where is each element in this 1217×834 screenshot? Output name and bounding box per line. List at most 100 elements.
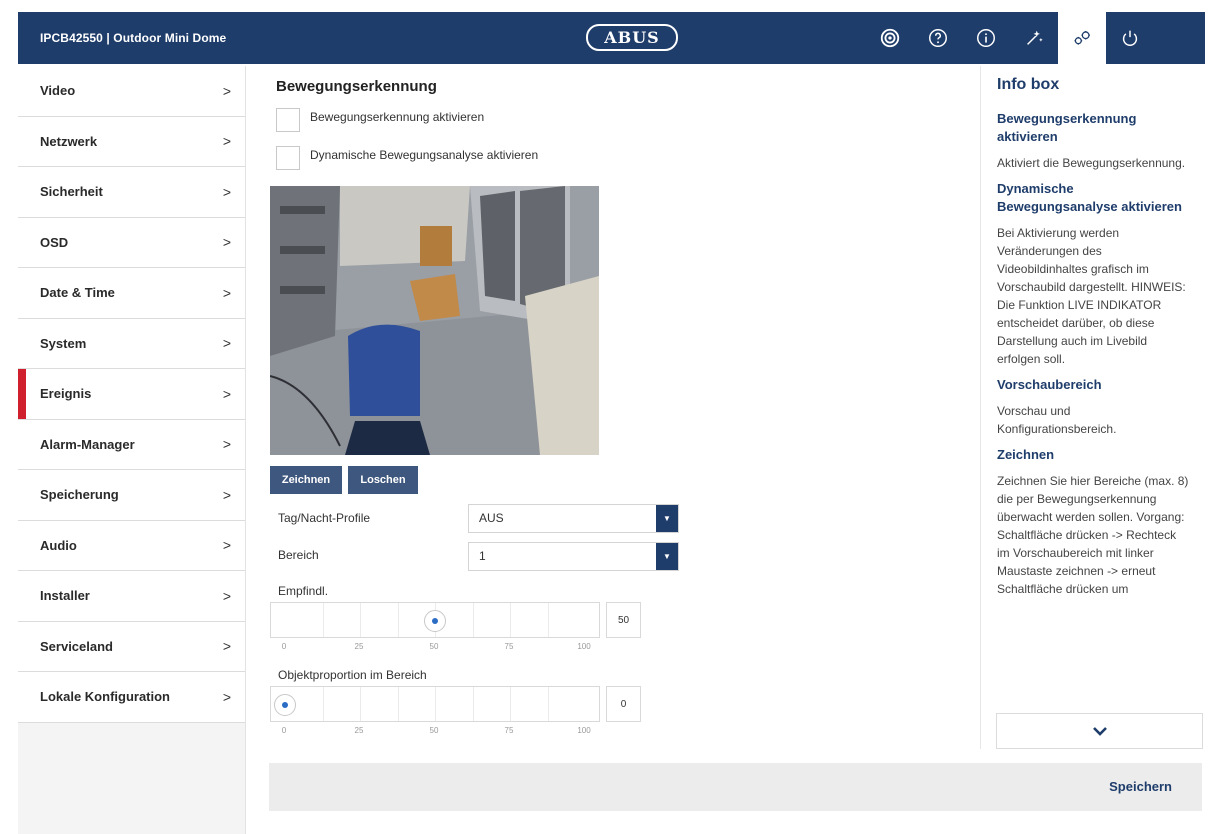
sidebar-item-video[interactable]: Video > [18,66,245,117]
live-view-button[interactable] [866,12,914,64]
page: IPCB42550 | Outdoor Mini Dome ABUS Video… [0,0,1217,834]
chevron-right-icon: > [222,133,231,150]
info-box: Info box Bewegungserkennung aktivieren A… [980,66,1205,749]
sidebar-item-sicherheit[interactable]: Sicherheit > [18,167,245,218]
slider-tick [435,687,436,721]
sidebar-item-label: Audio [40,537,77,553]
sidebar-item-label: Sicherheit [40,184,103,200]
live-view-icon [880,28,900,48]
device-title: IPCB42550 | Outdoor Mini Dome [40,31,227,45]
scale-label: 0 [281,726,287,735]
object-ratio-slider[interactable] [270,686,600,722]
scale-label: 50 [429,642,439,651]
sidebar-item-label: OSD [40,234,69,250]
sidebar-item-ereignis[interactable]: Ereignis > [18,369,245,420]
draw-button[interactable]: Zeichnen [270,466,342,494]
object-ratio-label: Objektproportion im Bereich [278,668,427,682]
enable-motion-detection-label: Bewegungserkennung aktivieren [310,110,485,124]
sidebar-item-date-time[interactable]: Date & Time > [18,268,245,319]
sidebar-item-label: Installer [40,588,90,604]
chevron-right-icon: > [222,486,231,503]
day-night-select[interactable]: AUS ▼ [468,504,679,533]
sidebar-item-installer[interactable]: Installer > [18,571,245,622]
scale-label: 75 [504,642,514,651]
top-header: IPCB42550 | Outdoor Mini Dome ABUS [18,12,1205,64]
save-button[interactable]: Speichern [1109,763,1172,811]
slider-tick [360,687,361,721]
slider-thumb[interactable] [274,694,296,716]
chevron-right-icon: > [222,234,231,251]
info-text: Aktiviert die Bewegungserkennung. [997,156,1186,170]
chevron-right-icon: > [222,82,231,99]
chevron-right-icon: > [222,688,231,705]
sensitivity-value: 50 [606,602,641,638]
info-heading: Vorschaubereich [997,377,1102,392]
sensitivity-slider[interactable] [270,602,600,638]
enable-motion-detection-checkbox[interactable] [276,108,300,132]
day-night-label: Tag/Nacht-Profile [278,511,371,525]
main-content: Bewegungserkennung Bewegungserkennung ak… [262,66,974,756]
info-box-title: Info box [997,76,1060,93]
slider-tick [398,603,399,637]
sidebar-item-label: Serviceland [40,638,113,654]
dropdown-arrow-icon: ▼ [656,505,678,532]
slider-tick [548,687,549,721]
delete-button[interactable]: Loschen [348,466,418,494]
object-ratio-value: 0 [606,686,641,722]
settings-button[interactable] [1058,12,1106,64]
sidebar-item-label: Video [40,83,76,99]
chevron-right-icon: > [222,587,231,604]
dynamic-analysis-label: Dynamische Bewegungsanalyse aktivieren [310,148,539,162]
info-text: Bei Aktivierung werden Veränderungen des… [997,226,1186,366]
sidebar-item-label: Date & Time [40,285,115,301]
help-button[interactable] [914,12,962,64]
sidebar-item-label: System [40,335,87,351]
info-button[interactable] [962,12,1010,64]
sidebar-item-label: Alarm-Manager [40,436,135,452]
settings-icon [1074,31,1090,45]
slider-tick [398,687,399,721]
sidebar-item-speicherung[interactable]: Speicherung > [18,470,245,521]
sidebar-menu: Video > Netzwerk > Sicherheit > OSD > Date &… [18,66,246,834]
enable-motion-detection-row: Bewegungserkennung aktivieren [276,108,484,132]
info-icon [977,29,995,47]
info-text: Zeichnen Sie hier Bereiche (max. 8) die … [997,474,1189,596]
slider-track [271,687,599,721]
slider-tick [473,603,474,637]
chevron-right-icon: > [222,385,231,402]
scale-label: 50 [429,726,439,735]
dynamic-analysis-checkbox[interactable] [276,146,300,170]
scale-label: 75 [504,726,514,735]
sidebar-item-netzwerk[interactable]: Netzwerk > [18,116,245,167]
wizard-button[interactable] [1010,12,1058,64]
chevron-right-icon: > [222,284,231,301]
area-select[interactable]: 1 ▼ [468,542,679,571]
scale-label: 0 [281,642,287,651]
day-night-value: AUS [479,511,504,525]
camera-preview[interactable] [270,186,599,455]
sidebar-item-label: Lokale Konfiguration [40,689,170,705]
sidebar-item-osd[interactable]: OSD > [18,217,245,268]
sensitivity-label: Empfindl. [278,584,329,598]
chevron-right-icon: > [222,537,231,554]
slider-tick [473,687,474,721]
sidebar-item-label: Ereignis [40,386,92,402]
slider-tick [510,603,511,637]
power-button[interactable] [1106,12,1154,64]
sidebar-item-system[interactable]: System > [18,318,245,369]
info-scroll-down-button[interactable] [996,713,1203,749]
area-value: 1 [479,549,486,563]
area-label: Bereich [278,548,319,562]
sidebar-item-lokale-konfiguration[interactable]: Lokale Konfiguration > [18,672,245,723]
sidebar-item-serviceland[interactable]: Serviceland > [18,621,245,672]
scale-label: 25 [354,642,364,651]
slider-tick [323,603,324,637]
scale-label: 25 [354,726,364,735]
save-bar: Speichern [269,763,1202,811]
sidebar-item-alarm-manager[interactable]: Alarm-Manager > [18,419,245,470]
dropdown-arrow-icon: ▼ [656,543,678,570]
sidebar-item-audio[interactable]: Audio > [18,520,245,571]
page-title: Bewegungserkennung [276,78,437,95]
slider-thumb[interactable] [424,610,446,632]
power-icon [1122,30,1138,46]
